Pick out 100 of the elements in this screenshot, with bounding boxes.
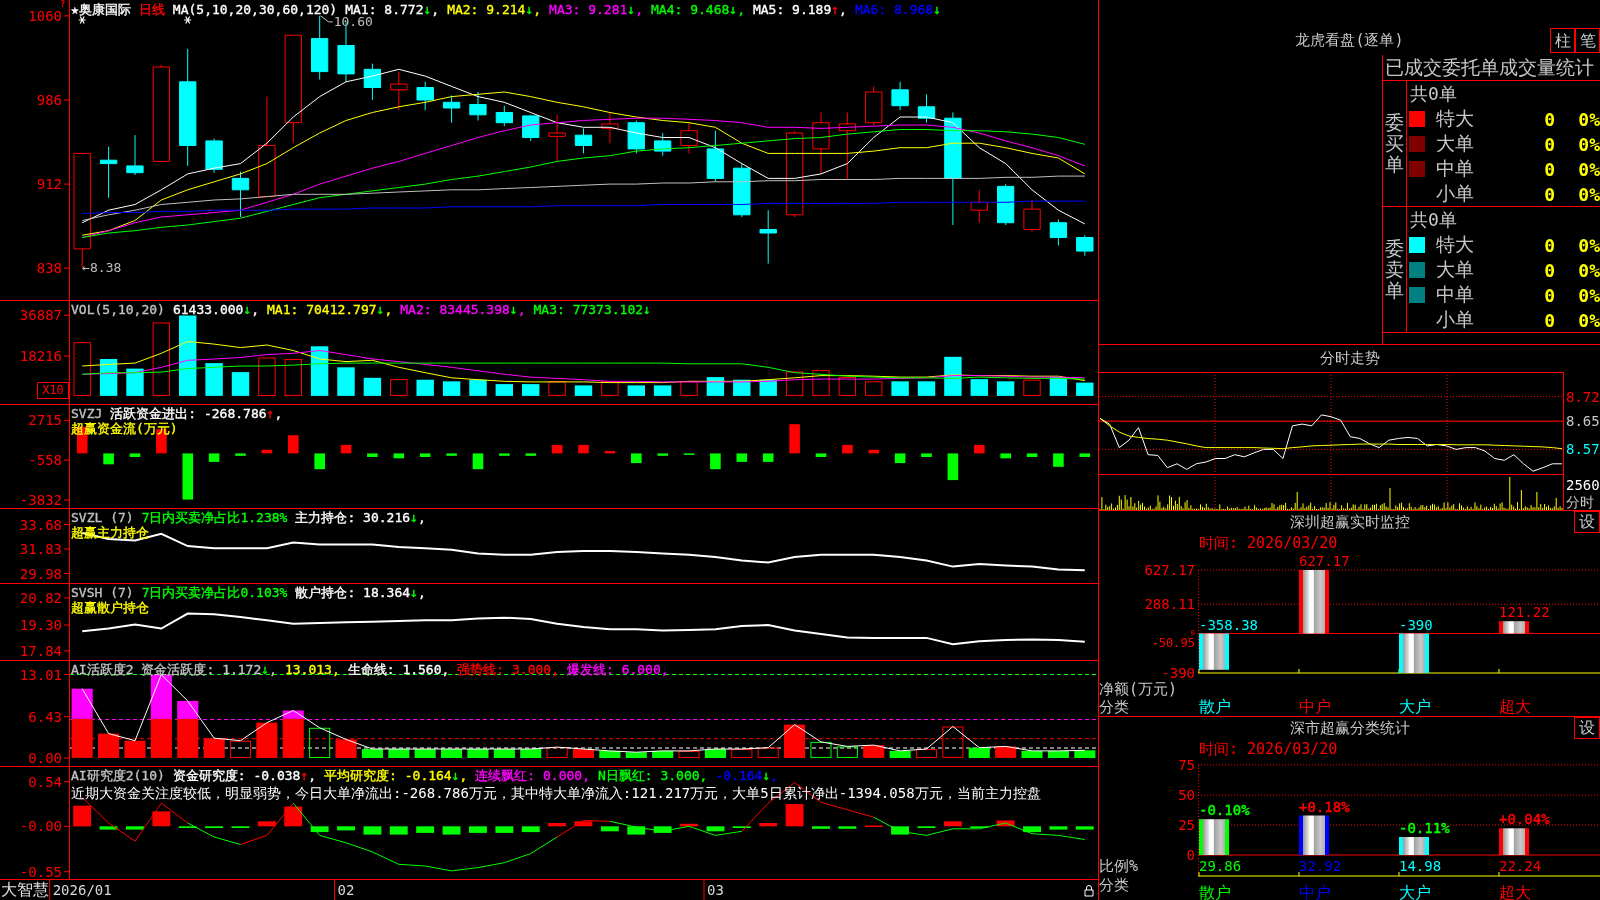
research-bar xyxy=(73,805,92,827)
axis-title: 分时 xyxy=(1566,494,1594,510)
candlestick xyxy=(997,183,1015,226)
legend-text: MA2: 83445.398↓, xyxy=(400,302,526,317)
activity-bar xyxy=(520,749,542,758)
candlestick xyxy=(680,122,698,154)
order-count: 0 xyxy=(1544,309,1555,331)
volume-bar xyxy=(970,379,988,396)
legend-text: SVSH (7) xyxy=(71,585,134,600)
help-mark[interactable]: ? xyxy=(60,0,66,9)
volume-bar xyxy=(258,357,276,396)
legend-text: 散户持仓: 18.364↓, xyxy=(295,585,426,600)
fund-flow-bar xyxy=(1000,453,1011,459)
activity-bar xyxy=(493,749,515,758)
side-label: 委买单 xyxy=(1385,112,1404,175)
value-label: -358.38 xyxy=(1199,616,1258,633)
research-bar xyxy=(785,804,804,827)
legend-text: MA1: 70412.797↓, xyxy=(267,302,393,317)
volume-bar xyxy=(522,384,540,396)
settings-button[interactable]: 设 xyxy=(1574,511,1600,533)
research-bar xyxy=(943,821,962,827)
research-bar xyxy=(99,826,118,830)
fund-flow-bar xyxy=(367,453,378,457)
candlestick xyxy=(442,95,461,124)
panel-title: 深市超赢分类统计 xyxy=(1289,718,1410,738)
change-label: -0.10% xyxy=(1199,802,1250,819)
fund-flow-bar xyxy=(472,453,484,470)
order-size-label: 中单 xyxy=(1436,156,1474,181)
axis-label: 986 xyxy=(36,92,62,108)
research-bar xyxy=(891,826,909,835)
change-label: +0.18% xyxy=(1299,798,1350,815)
timestamp-text: 时间: 2026/03/20 xyxy=(1199,740,1338,758)
activity-bar xyxy=(652,750,674,758)
research-bar xyxy=(706,826,725,832)
candlestick xyxy=(99,146,118,199)
axis-label: 838 xyxy=(36,260,62,277)
order-size-label: 特大 xyxy=(1436,232,1474,257)
candlestick xyxy=(390,71,408,111)
volume-bar xyxy=(601,381,619,396)
activity-bar xyxy=(361,749,383,758)
category-label: 中户 xyxy=(1299,697,1331,716)
research-bar xyxy=(812,826,830,829)
activity-bar xyxy=(150,674,172,719)
research-bar xyxy=(759,823,778,827)
activity-bar xyxy=(810,741,832,758)
activity-bar xyxy=(599,750,621,758)
view-toggle-button[interactable]: 柱 xyxy=(1550,28,1575,53)
legend-text: 61433.000↓, xyxy=(172,302,260,317)
order-percent: 0% xyxy=(1578,183,1600,205)
volume-bar xyxy=(653,385,672,396)
volume-bar xyxy=(442,381,461,396)
panel-title: 龙虎看盘(逐单) xyxy=(1295,31,1404,50)
research-bar xyxy=(600,826,619,832)
order-percent: 0% xyxy=(1578,158,1600,180)
volume-bar xyxy=(574,385,593,396)
volume-bar xyxy=(891,381,909,396)
research-bar xyxy=(1049,826,1068,830)
candlestick xyxy=(1023,199,1041,233)
value-label: 121.22 xyxy=(1499,604,1550,621)
fund-flow-bar xyxy=(842,444,853,454)
unit-label: X10 xyxy=(37,382,69,399)
order-count: 0 xyxy=(1544,108,1555,130)
volume-bar xyxy=(785,371,804,396)
order-percent: 0% xyxy=(1578,284,1600,306)
view-toggle-button[interactable]: 笔 xyxy=(1575,28,1600,53)
research-bar xyxy=(337,826,355,831)
fund-flow-bar xyxy=(1079,453,1091,457)
order-percent: 0% xyxy=(1578,108,1600,130)
order-count: 0 xyxy=(1544,234,1555,256)
axis-label: 8.57 xyxy=(1566,441,1600,458)
settings-button[interactable]: 设 xyxy=(1574,717,1600,739)
axis-label: 36887 xyxy=(19,307,62,324)
volume-bar xyxy=(390,379,408,396)
candlestick xyxy=(574,127,593,154)
fund-flow-bar xyxy=(974,444,985,454)
legend-text: MA2: 9.214↓, xyxy=(447,2,542,17)
activity-bar xyxy=(229,740,251,758)
legend-text: 活跃资金进出: -268.786↑, xyxy=(110,406,283,421)
activity-bar xyxy=(98,733,120,758)
legend-text: 资金活跃度: 1.172↓, xyxy=(141,662,277,677)
fund-flow-bar xyxy=(631,453,642,464)
fund-flow-bar xyxy=(604,451,616,454)
axis-label: 2715 xyxy=(28,412,62,429)
category-bar xyxy=(1399,633,1429,673)
candlestick xyxy=(970,189,988,224)
research-bar xyxy=(469,826,487,833)
legend-text: 主力持仓: 30.216↓, xyxy=(295,510,426,525)
activity-bar xyxy=(784,724,806,758)
category-bar xyxy=(1199,633,1229,670)
axis-label: -0.55 xyxy=(19,863,62,880)
change-label: -0.11% xyxy=(1399,820,1450,836)
activity-bar xyxy=(150,718,172,758)
legend-text: 连续飘红: 0.000, xyxy=(475,768,590,783)
date-label: 2026/01 xyxy=(52,882,112,898)
value-label: 32.92 xyxy=(1299,858,1342,874)
axis-title: 净额(万元) xyxy=(1099,680,1178,698)
volume-bar xyxy=(310,346,329,396)
activity-bar xyxy=(309,727,331,758)
candlestick xyxy=(1076,234,1094,257)
axis-label: 31.83 xyxy=(19,541,62,557)
